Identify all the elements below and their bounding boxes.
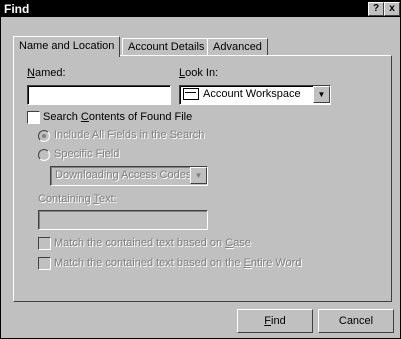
- match-entire-word-label: Match the contained text based on the En…: [54, 257, 302, 269]
- chevron-down-icon[interactable]: ▼: [190, 167, 207, 184]
- radio-specific-field[interactable]: [38, 149, 50, 161]
- window-title: Find: [4, 2, 30, 16]
- look-in-select[interactable]: Account Workspace ▼: [179, 85, 331, 105]
- tab-panel: Named: Look In: Account Workspace ▼ Sear…: [13, 55, 392, 302]
- named-label: Named:: [27, 67, 66, 79]
- match-case-checkbox[interactable]: [38, 237, 51, 250]
- folder-icon: [183, 88, 199, 101]
- look-in-label: Look In:: [179, 67, 219, 79]
- tab-advanced[interactable]: Advanced: [207, 38, 268, 56]
- match-case-label: Match the contained text based on Case: [54, 237, 251, 249]
- title-bar[interactable]: Find ? x: [1, 1, 400, 17]
- look-in-value: Account Workspace: [203, 88, 301, 100]
- chevron-down-icon[interactable]: ▼: [313, 86, 330, 103]
- specific-field-value: Downloading Access Codes: [55, 169, 192, 181]
- close-button[interactable]: x: [384, 2, 400, 16]
- containing-text-input[interactable]: [38, 210, 208, 230]
- cancel-button[interactable]: Cancel: [318, 309, 394, 333]
- containing-text-label: Containing Text:: [38, 193, 117, 205]
- tab-name-and-location[interactable]: Name and Location: [13, 36, 121, 57]
- radio-include-all-label: Include All Fields in the Search: [54, 129, 205, 141]
- tab-account-details[interactable]: Account Details: [122, 38, 211, 56]
- radio-selected-dot: [42, 134, 46, 138]
- search-contents-checkbox[interactable]: [27, 111, 40, 124]
- search-contents-label: Search Contents of Found File: [43, 111, 193, 123]
- named-input[interactable]: [27, 85, 171, 105]
- help-button[interactable]: ?: [368, 2, 384, 16]
- radio-specific-field-label: Specific Field: [54, 148, 120, 160]
- find-dialog: Find ? x Name and Location Account Detai…: [0, 0, 401, 339]
- find-button[interactable]: Find: [237, 309, 313, 333]
- match-entire-word-checkbox[interactable]: [38, 257, 51, 270]
- specific-field-select[interactable]: Downloading Access Codes ▼: [50, 166, 208, 186]
- radio-include-all[interactable]: [38, 130, 50, 142]
